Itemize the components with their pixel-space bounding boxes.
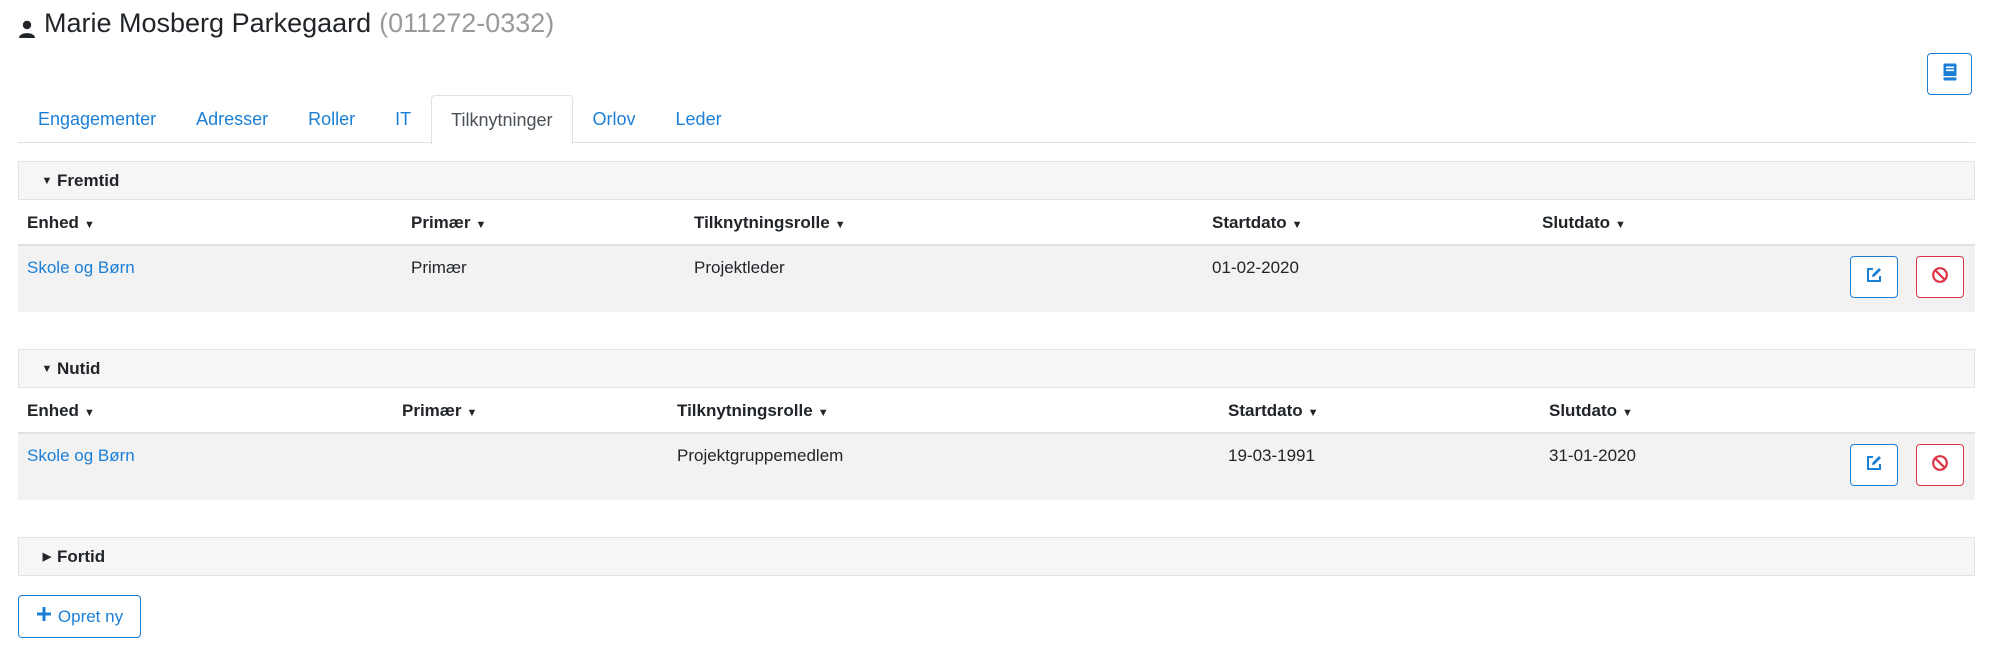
- sort-caret-icon: ▼: [83, 407, 95, 419]
- sort-caret-icon: ▼: [1307, 407, 1319, 419]
- delete-button[interactable]: [1916, 444, 1964, 486]
- role-value: Projektleder: [694, 258, 785, 277]
- edit-button[interactable]: [1850, 256, 1898, 298]
- column-header-enhed[interactable]: Enhed ▼: [27, 213, 95, 233]
- tab-tilknytninger[interactable]: Tilknytninger: [431, 95, 573, 144]
- column-header-primaer[interactable]: Primær ▼: [402, 401, 477, 421]
- tab-leder[interactable]: Leder: [656, 95, 742, 143]
- column-label: Primær: [402, 401, 462, 420]
- user-icon: [18, 14, 36, 38]
- book-button[interactable]: [1927, 53, 1972, 95]
- section-nutid: ▼ Nutid Enhed ▼ Primær ▼ Tilknytningsrolle…: [18, 349, 1975, 500]
- table-header: Enhed ▼ Primær ▼ Tilknytningsrolle ▼ Startd…: [18, 388, 1975, 434]
- create-new-label: Opret ny: [57, 606, 124, 626]
- person-name: Marie Mosberg Parkegaard: [44, 7, 372, 38]
- tab-it[interactable]: IT: [375, 95, 431, 143]
- edit-button[interactable]: [1850, 444, 1898, 486]
- column-header-startdato[interactable]: Startdato ▼: [1212, 213, 1303, 233]
- column-label: Enhed: [27, 213, 79, 232]
- section-header-fortid[interactable]: ▶ Fortid: [18, 537, 1975, 576]
- sort-caret-icon: ▼: [466, 407, 478, 419]
- column-label: Primær: [411, 213, 471, 232]
- tab-orlov[interactable]: Orlov: [573, 95, 656, 143]
- sort-caret-icon: ▼: [83, 219, 95, 231]
- section-title: Fortid: [57, 546, 106, 566]
- column-label: Startdato: [1228, 401, 1303, 420]
- column-label: Slutdato: [1542, 213, 1610, 232]
- section-header-fremtid[interactable]: ▼ Fremtid: [18, 161, 1975, 200]
- book-icon: [1942, 63, 1958, 86]
- start-date: 19-03-1991: [1228, 446, 1315, 465]
- section-title: Nutid: [57, 358, 101, 378]
- section-header-nutid[interactable]: ▼ Nutid: [18, 349, 1975, 388]
- table-header: Enhed ▼ Primær ▼ Tilknytningsrolle ▼ Startd…: [18, 200, 1975, 246]
- edit-icon: [1865, 266, 1883, 289]
- section-title: Fremtid: [57, 170, 120, 190]
- tab-bar: Engagementer Adresser Roller IT Tilknytn…: [18, 95, 1975, 144]
- edit-icon: [1865, 454, 1883, 477]
- start-date: 01-02-2020: [1212, 258, 1299, 277]
- ban-icon: [1931, 266, 1949, 289]
- table-row: Skole og Børn Projektgruppemedlem 19-03-…: [18, 434, 1975, 500]
- person-cpr: (011272-0332): [379, 7, 555, 38]
- sort-caret-icon: ▼: [817, 407, 829, 419]
- column-header-startdato[interactable]: Startdato ▼: [1228, 401, 1319, 421]
- page-title: Marie Mosberg Parkegaard (011272-0332): [18, 6, 554, 40]
- tab-adresser[interactable]: Adresser: [176, 95, 288, 143]
- column-header-tilknytningsrolle[interactable]: Tilknytningsrolle ▼: [677, 401, 829, 421]
- column-label: Slutdato: [1549, 401, 1617, 420]
- delete-button[interactable]: [1916, 256, 1964, 298]
- caret-down-icon: ▼: [41, 362, 53, 375]
- column-header-slutdato[interactable]: Slutdato ▼: [1542, 213, 1626, 233]
- column-header-slutdato[interactable]: Slutdato ▼: [1549, 401, 1633, 421]
- table-row: Skole og Børn Primær Projektleder 01-02-…: [18, 246, 1975, 312]
- sort-caret-icon: ▼: [834, 219, 846, 231]
- end-date: 31-01-2020: [1549, 446, 1636, 465]
- section-fremtid: ▼ Fremtid Enhed ▼ Primær ▼ Tilknytningsrol…: [18, 161, 1975, 312]
- tab-engagementer[interactable]: Engagementer: [18, 95, 176, 143]
- employee-page: Marie Mosberg Parkegaard (011272-0332) E…: [0, 0, 1998, 660]
- role-value: Projektgruppemedlem: [677, 446, 844, 465]
- caret-right-icon: ▶: [42, 551, 52, 563]
- caret-down-icon: ▼: [41, 174, 53, 187]
- column-label: Startdato: [1212, 213, 1287, 232]
- column-label: Tilknytningsrolle: [694, 213, 830, 232]
- sort-caret-icon: ▼: [1291, 219, 1303, 231]
- sort-caret-icon: ▼: [1615, 219, 1626, 231]
- column-header-tilknytningsrolle[interactable]: Tilknytningsrolle ▼: [694, 213, 846, 233]
- column-header-primaer[interactable]: Primær ▼: [411, 213, 486, 233]
- column-header-enhed[interactable]: Enhed ▼: [27, 401, 95, 421]
- unit-link[interactable]: Skole og Børn: [27, 446, 135, 466]
- column-label: Tilknytningsrolle: [677, 401, 813, 420]
- sort-caret-icon: ▼: [1622, 407, 1633, 419]
- ban-icon: [1931, 454, 1949, 477]
- unit-link[interactable]: Skole og Børn: [27, 258, 135, 278]
- tab-roller[interactable]: Roller: [288, 95, 375, 143]
- primary-value: Primær: [411, 258, 467, 277]
- sort-caret-icon: ▼: [475, 219, 487, 231]
- column-label: Enhed: [27, 401, 79, 420]
- create-new-button[interactable]: Opret ny: [18, 595, 141, 638]
- section-fortid: ▶ Fortid: [18, 537, 1975, 576]
- plus-icon: [36, 606, 52, 627]
